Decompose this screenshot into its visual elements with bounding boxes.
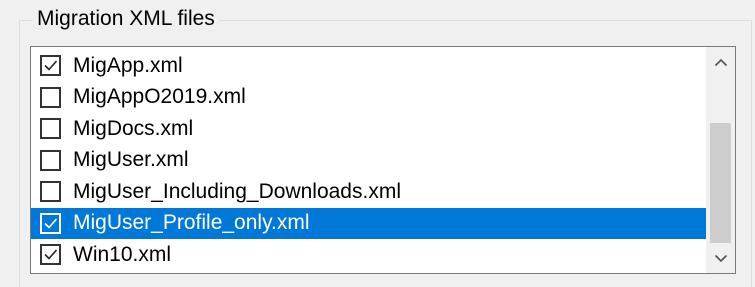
scroll-down-button[interactable] [706,243,735,273]
checkbox-migdocs[interactable] [40,118,61,140]
list-item-miguser[interactable]: MigUser.xml [31,145,707,177]
list-item-migdocs[interactable]: MigDocs.xml [31,113,707,145]
groupbox-title: Migration XML files [33,6,219,32]
list-item-miguser-profile-only[interactable]: MigUser_Profile_only.xml [31,207,707,239]
vertical-scrollbar[interactable] [706,47,735,273]
list-item-migapp[interactable]: MigApp.xml [31,50,707,82]
checkmark-icon [44,249,58,260]
chevron-down-icon [714,254,727,262]
checkbox-miguser-profile-only[interactable] [40,212,61,234]
listbox-items: MigApp.xml MigAppO2019.xml MigDocs.xml M… [31,50,707,271]
checkbox-miguser[interactable] [40,149,61,171]
checkbox-migappo2019[interactable] [40,86,61,108]
list-item-label: MigUser.xml [73,148,189,172]
list-item-win10[interactable]: Win10.xml [31,239,707,271]
list-item-label: MigAppO2019.xml [73,85,246,109]
list-item-label: MigDocs.xml [73,116,194,140]
scrollbar-thumb[interactable] [710,123,731,243]
checkbox-win10[interactable] [40,244,61,266]
list-item-label: MigUser_Profile_only.xml [73,211,310,235]
list-item-miguser-including-downloads[interactable]: MigUser_Including_Downloads.xml [31,176,707,208]
checkmark-icon [44,218,58,229]
chevron-up-icon [714,58,727,66]
checkbox-miguser-including-downloads[interactable] [40,181,61,203]
checkbox-migapp[interactable] [40,55,61,77]
checkmark-icon [44,60,58,71]
scroll-up-button[interactable] [706,47,735,77]
list-item-label: Win10.xml [73,242,172,266]
list-item-migappo2019[interactable]: MigAppO2019.xml [31,82,707,114]
list-item-label: MigUser_Including_Downloads.xml [73,179,401,203]
migration-xml-checked-listbox[interactable]: MigApp.xml MigAppO2019.xml MigDocs.xml M… [30,46,736,274]
list-item-label: MigApp.xml [73,53,183,77]
